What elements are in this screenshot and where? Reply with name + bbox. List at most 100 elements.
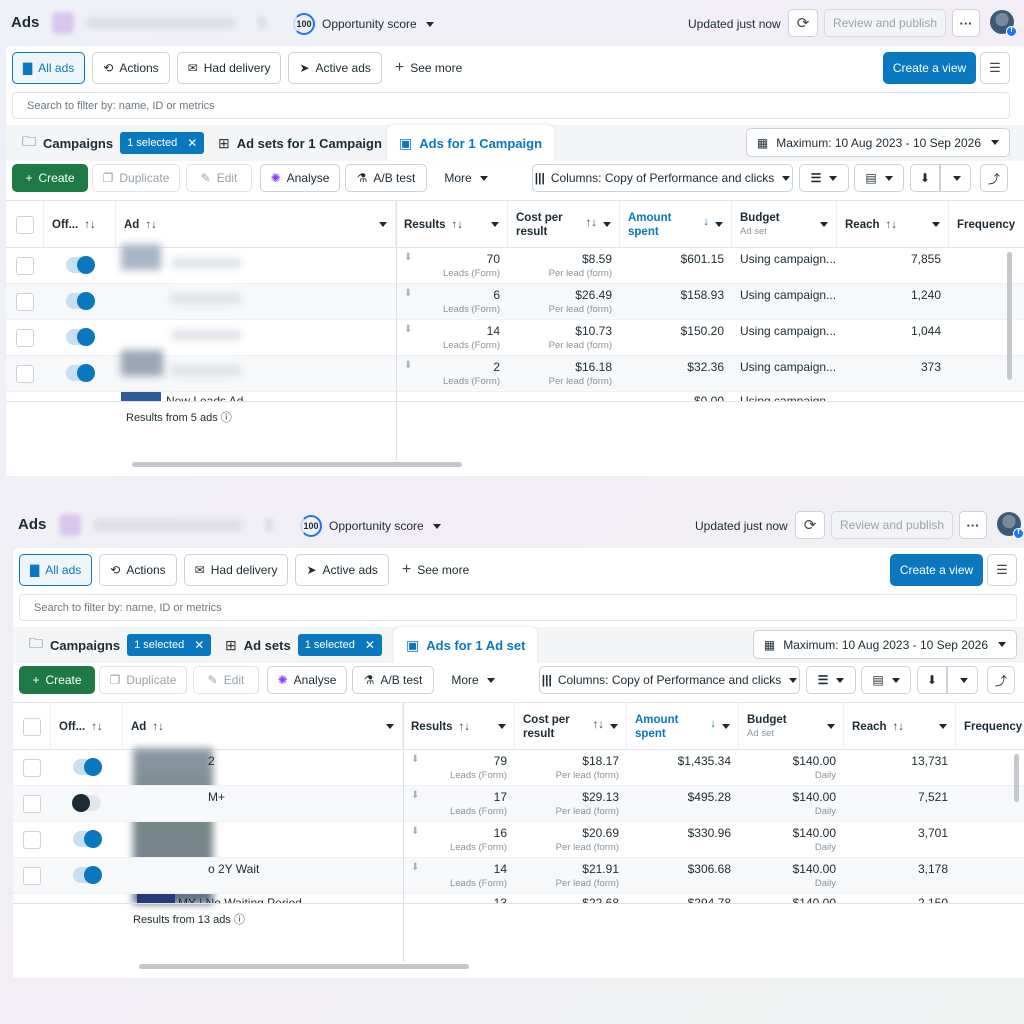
filter-had-delivery[interactable]: ✉ Had delivery (183, 554, 289, 586)
close-icon[interactable]: ✕ (194, 638, 204, 652)
header-off-on[interactable]: Off... ↑↓ (44, 201, 116, 248)
ad-name[interactable]: MY | No Waiting Period (178, 896, 302, 903)
select-all-checkbox[interactable] (15, 215, 34, 234)
columns-selector[interactable]: ||| Columns: Copy of Performance and clic… (539, 666, 800, 694)
selected-pill[interactable]: 1 selected ✕ (120, 132, 205, 154)
ad-name-blurred[interactable] (171, 330, 241, 340)
account-name-blurred[interactable] (86, 17, 236, 29)
table-row[interactable]: ⬇ 70 Leads (Form) $8.59 Per lead (form) $60… (6, 244, 1024, 284)
chevron-down-icon[interactable] (386, 724, 394, 729)
sort-icon[interactable]: ↑↓ (886, 219, 898, 231)
user-avatar[interactable]: f (990, 10, 1017, 37)
ad-name[interactable]: New Leads Ad (166, 394, 243, 401)
create-view-button[interactable]: Create a view (883, 52, 976, 84)
refresh-button[interactable]: ⟳ (788, 9, 818, 37)
review-publish-button[interactable]: Review and publish (824, 9, 946, 37)
header-cost-per-result[interactable]: Cost per result ↑↓ (515, 703, 627, 750)
filter-active-ads[interactable]: ➤ Active ads (288, 52, 382, 84)
sort-desc-icon[interactable]: ↓ (703, 216, 709, 228)
filter-all-ads[interactable]: ▇ All ads (19, 554, 93, 586)
info-icon[interactable]: ⓘ (221, 412, 232, 424)
create-button[interactable]: + Create (12, 164, 88, 192)
filter-active-ads[interactable]: ➤ Active ads (295, 554, 389, 586)
tab-ad-sets[interactable]: ⊞ Ad sets for 1 Campaign (218, 125, 382, 161)
close-icon[interactable]: ✕ (365, 638, 375, 652)
sort-desc-icon[interactable]: ↓ (710, 718, 716, 730)
delivery-toggle[interactable] (73, 830, 102, 848)
header-cost-per-result[interactable]: Cost per result ↑↓ (508, 201, 620, 248)
opportunity-score-button[interactable]: 100 Opportunity score (293, 13, 434, 35)
see-more-button[interactable]: + See more (396, 554, 475, 586)
tab-campaigns[interactable]: 🗀 Campaigns 1 selected ✕ (29, 627, 212, 663)
table-row-partial[interactable]: New Leads Ad — — $0.00 Using campaign...… (6, 392, 1024, 402)
delivery-toggle-off[interactable] (72, 794, 101, 812)
edit-button[interactable]: ✎ Edit (186, 164, 252, 192)
search-input[interactable]: Search to filter by: name, ID or metrics (19, 594, 1017, 621)
delivery-toggle[interactable] (66, 292, 95, 310)
refresh-button[interactable]: ⟳ (795, 511, 825, 539)
breakdown-button[interactable]: ☰ (799, 164, 849, 192)
horizontal-scrollbar[interactable] (139, 964, 469, 969)
chevron-down-icon[interactable] (722, 724, 730, 729)
chevron-down-icon[interactable] (603, 222, 611, 227)
sort-icon[interactable]: ↑↓ (452, 219, 464, 231)
header-amount-spent[interactable]: Amount spent ↓ (620, 201, 732, 248)
delivery-toggle[interactable] (73, 758, 102, 776)
delivery-toggle[interactable] (66, 256, 95, 274)
header-budget[interactable]: Budget Ad set (739, 703, 844, 750)
header-results[interactable]: Results ↑↓ (403, 703, 515, 750)
filter-all-ads[interactable]: ▇ All ads (12, 52, 86, 84)
sort-icon[interactable]: ↑↓ (459, 721, 471, 733)
ad-name[interactable]: o 2Y Wait (208, 862, 259, 876)
sort-icon[interactable]: ↑↓ (593, 719, 605, 731)
filter-had-delivery[interactable]: ✉ Had delivery (176, 52, 282, 84)
chevron-down-icon[interactable] (498, 724, 506, 729)
more-menu-button[interactable]: More (443, 666, 503, 694)
table-row[interactable]: ⬇ 16 Leads (Form) $20.69 Per lead (form) $3… (13, 822, 1024, 858)
edit-button[interactable]: ✎ Edit (193, 666, 259, 694)
more-menu-button[interactable]: More (436, 164, 496, 192)
header-ad[interactable]: Ad ↑↓ (123, 703, 403, 750)
date-range-picker[interactable]: ▦ Maximum: 10 Aug 2023 - 10 Sep 2026 (745, 128, 1010, 157)
delivery-toggle[interactable] (66, 328, 95, 346)
view-settings-button[interactable]: ☰ (980, 52, 1010, 84)
table-row[interactable]: o 2Y Wait ⬇ 14 Leads (Form) $21.91 Per lead… (13, 858, 1024, 894)
export-menu-button[interactable] (940, 164, 971, 192)
chevron-down-icon[interactable] (379, 222, 387, 227)
sort-icon[interactable]: ↑↓ (586, 217, 598, 229)
tab-ad-sets[interactable]: ⊞ Ad sets 1 selected ✕ (225, 627, 382, 663)
user-avatar[interactable]: f (997, 512, 1024, 539)
header-reach[interactable]: Reach ↑↓ (837, 201, 949, 248)
chart-toggle-button[interactable]: ⤴ (987, 666, 1015, 694)
sort-icon[interactable]: ↑↓ (91, 721, 103, 733)
header-budget[interactable]: Budget Ad set (732, 201, 837, 248)
ab-test-button[interactable]: ⚗ A/B test (345, 164, 427, 192)
header-reach[interactable]: Reach ↑↓ (844, 703, 956, 750)
chevron-down-icon[interactable] (610, 724, 618, 729)
table-row[interactable]: ⬇ 6 Leads (Form) $26.49 Per lead (form) $15… (6, 284, 1024, 320)
vertical-scrollbar[interactable] (1007, 252, 1012, 380)
table-row[interactable]: ⬇ 2 Leads (Form) $16.18 Per lead (form) $32… (6, 350, 1024, 392)
select-all-checkbox[interactable] (22, 717, 41, 736)
chart-toggle-button[interactable]: ⤴ (980, 164, 1008, 192)
header-frequency[interactable]: Frequency (949, 201, 1024, 248)
chevron-down-icon[interactable] (932, 222, 940, 227)
export-menu-button[interactable] (947, 666, 978, 694)
tab-ads[interactable]: ▣ Ads for 1 Ad set (394, 627, 538, 663)
selected-pill[interactable]: 1 selected ✕ (127, 634, 212, 656)
analyse-button[interactable]: ✺ Analyse (267, 666, 347, 694)
delivery-toggle[interactable] (66, 364, 95, 382)
tab-campaigns[interactable]: 🗀 Campaigns 1 selected ✕ (22, 125, 205, 161)
ad-name[interactable]: 2 (208, 754, 215, 768)
duplicate-button[interactable]: ❐ Duplicate (92, 164, 180, 192)
chevron-down-icon[interactable] (827, 724, 835, 729)
chevron-down-icon[interactable] (715, 222, 723, 227)
date-range-picker[interactable]: ▦ Maximum: 10 Aug 2023 - 10 Sep 2026 (752, 630, 1017, 659)
ad-name-blurred[interactable] (171, 258, 241, 268)
horizontal-scrollbar[interactable] (132, 462, 462, 467)
header-frequency[interactable]: Frequency (956, 703, 1024, 750)
more-options-button[interactable]: ··· (952, 9, 980, 37)
breakdown-button[interactable]: ☰ (806, 666, 856, 694)
create-view-button[interactable]: Create a view (890, 554, 983, 586)
export-button[interactable]: ⬇ (910, 164, 940, 192)
